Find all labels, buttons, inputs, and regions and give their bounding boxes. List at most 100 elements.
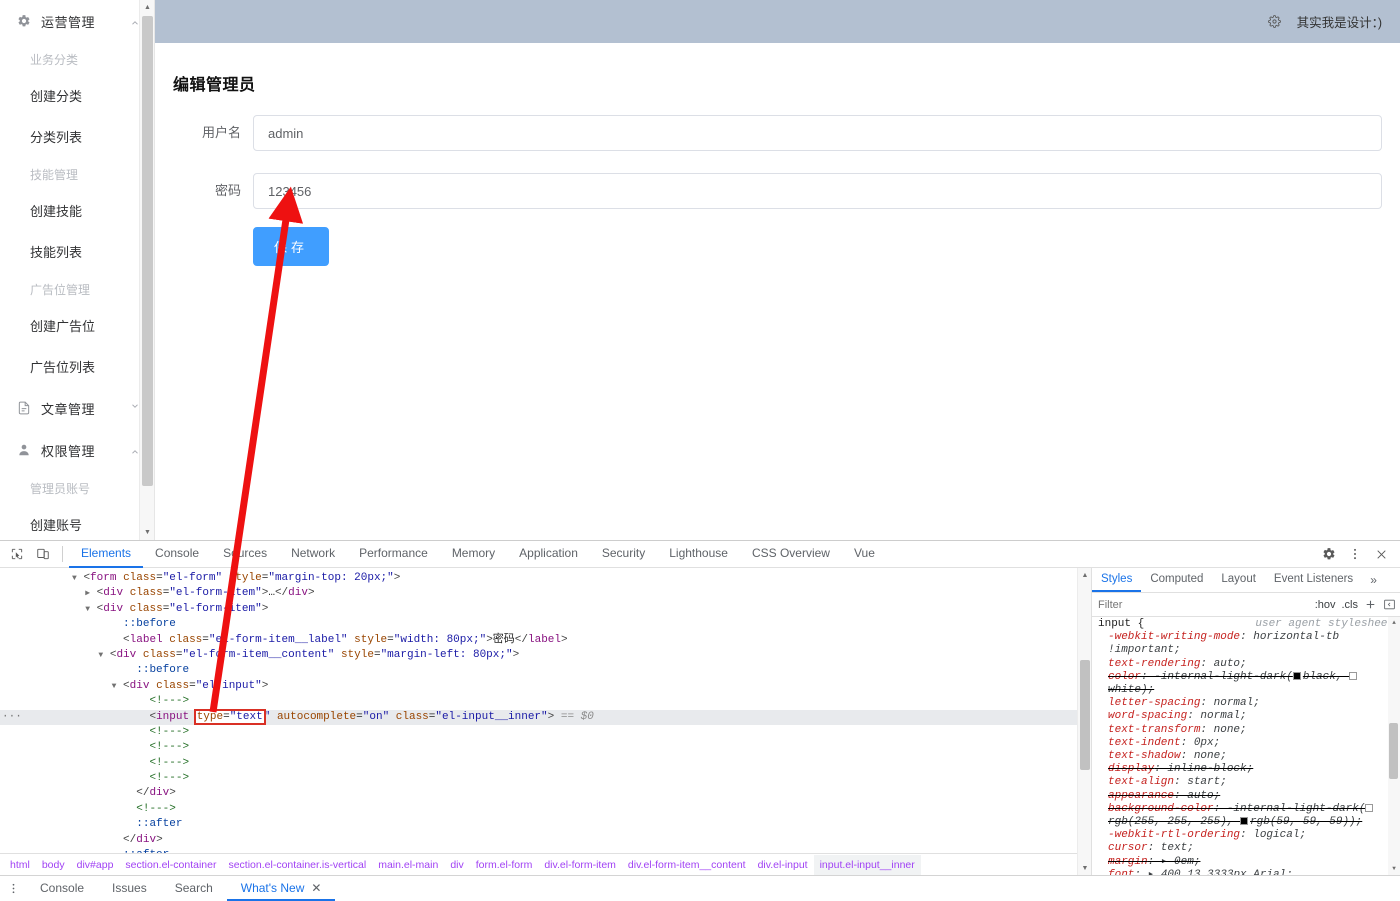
sidebar-item-3-2[interactable]: 创建账号 <box>0 504 154 540</box>
style-declaration[interactable]: text-shadow: none; <box>1092 750 1400 763</box>
style-value[interactable]: : auto; <box>1200 658 1246 670</box>
expand-triangle-icon[interactable]: ▼ <box>72 574 77 583</box>
dom-node[interactable]: ▼ </div> <box>0 786 1091 801</box>
style-value[interactable]: : text; <box>1148 842 1194 854</box>
expand-triangle-icon[interactable]: ▼ <box>85 605 90 614</box>
toggle-sidebar-icon[interactable] <box>1383 598 1396 611</box>
sidebar-group-1[interactable]: 运营管理 <box>0 0 154 42</box>
overflow-chevron-icon[interactable]: » <box>1362 568 1385 592</box>
style-property[interactable]: text-indent <box>1108 737 1181 749</box>
plus-icon[interactable] <box>1364 598 1377 611</box>
breadcrumb-item[interactable]: section.el-container <box>119 855 222 875</box>
style-value[interactable]: : none; <box>1181 750 1227 762</box>
header-user-area[interactable]: 其实我是设计：) <box>1267 12 1382 31</box>
style-declaration[interactable]: background-color: -internal-light-dark(r… <box>1092 803 1400 829</box>
devtools-tab-application[interactable]: Application <box>507 541 590 568</box>
gear-icon[interactable] <box>1267 15 1281 28</box>
style-value[interactable]: : ▸ 400 13.3333px Arial; <box>1134 869 1292 875</box>
style-property[interactable]: letter-spacing <box>1108 697 1200 709</box>
devtools-tab-memory[interactable]: Memory <box>440 541 507 568</box>
style-property[interactable]: text-align <box>1108 776 1174 788</box>
breadcrumb-item[interactable]: form.el-form <box>470 855 539 875</box>
breadcrumb-item[interactable]: div.el-input <box>752 855 814 875</box>
dom-scroll-up-icon[interactable]: ▲ <box>1078 568 1092 582</box>
style-value[interactable]: : normal; <box>1200 697 1259 709</box>
breadcrumb-item[interactable]: main.el-main <box>372 855 444 875</box>
style-declaration[interactable]: text-indent: 0px; <box>1092 737 1400 750</box>
sidebar-item-1-2[interactable]: 创建分类 <box>0 75 154 116</box>
style-property[interactable]: -webkit-writing-mode <box>1108 631 1240 643</box>
style-property[interactable]: color <box>1108 671 1141 683</box>
sidebar-group-3[interactable]: 权限管理 <box>0 429 154 471</box>
style-declaration[interactable]: text-rendering: auto; <box>1092 658 1400 671</box>
style-property[interactable]: font <box>1108 869 1134 875</box>
style-value[interactable]: : none; <box>1200 724 1246 736</box>
style-declaration[interactable]: -webkit-rtl-ordering: logical; <box>1092 829 1400 842</box>
devtools-tab-vue[interactable]: Vue <box>842 541 887 568</box>
dom-node[interactable]: ▼ <!---> <box>0 771 1091 786</box>
drawer-tab-console[interactable]: Console <box>26 876 98 901</box>
dom-node[interactable]: ▼ <!---> <box>0 725 1091 740</box>
cls-button[interactable]: .cls <box>1342 599 1359 611</box>
dom-node[interactable]: ▼ ::before <box>0 663 1091 678</box>
devtools-tab-security[interactable]: Security <box>590 541 657 568</box>
styles-tab-event-listeners[interactable]: Event Listeners <box>1265 568 1362 592</box>
style-declaration[interactable]: font: ▸ 400 13.3333px Arial; <box>1092 869 1400 875</box>
dom-tree[interactable]: ▼ <form class="el-form" style="margin-to… <box>0 568 1091 853</box>
breadcrumb-item[interactable]: input.el-input__inner <box>813 854 921 875</box>
hov-button[interactable]: :hov <box>1315 599 1336 611</box>
style-declaration[interactable]: word-spacing: normal; <box>1092 710 1400 723</box>
style-property[interactable]: background-color <box>1108 803 1214 815</box>
style-value[interactable]: : -internal-light-dark(black, white); <box>1108 671 1359 696</box>
dom-tree-scrollbar[interactable]: ▲ ▼ <box>1077 568 1091 875</box>
sidebar-item-1-5[interactable]: 创建技能 <box>0 190 154 231</box>
device-toolbar-icon[interactable] <box>30 542 56 566</box>
style-value[interactable]: : start; <box>1174 776 1227 788</box>
breadcrumb-item[interactable]: section.el-container.is-vertical <box>222 855 372 875</box>
style-declaration[interactable]: color: -internal-light-dark(black, white… <box>1092 671 1400 697</box>
breadcrumb-item[interactable]: body <box>36 855 71 875</box>
dom-node[interactable]: ▼ <div class="el-form-item__content" sty… <box>0 648 1091 663</box>
color-swatch[interactable] <box>1292 671 1301 680</box>
devtools-tab-css-overview[interactable]: CSS Overview <box>740 541 842 568</box>
username-input[interactable] <box>253 115 1382 151</box>
style-property[interactable]: word-spacing <box>1108 710 1187 722</box>
kebab-menu-icon[interactable] <box>0 876 26 901</box>
style-value[interactable]: : 0px; <box>1181 737 1221 749</box>
style-declaration[interactable]: cursor: text; <box>1092 842 1400 855</box>
styles-filter-input[interactable] <box>1096 595 1309 614</box>
save-button[interactable]: 保存 <box>253 227 330 266</box>
style-property[interactable]: margin <box>1108 856 1148 868</box>
styles-tab-styles[interactable]: Styles <box>1092 568 1142 592</box>
styles-rule-selector[interactable]: input { <box>1098 618 1144 631</box>
breadcrumb-item[interactable]: html <box>4 855 36 875</box>
devtools-tab-elements[interactable]: Elements <box>69 541 144 568</box>
dom-node[interactable]: ▼ </div> <box>0 833 1091 848</box>
style-declaration[interactable]: letter-spacing: normal; <box>1092 697 1400 710</box>
breadcrumb-item[interactable]: div#app <box>71 855 120 875</box>
styles-scroll-up-icon[interactable]: ▲ <box>1388 617 1400 629</box>
devtools-tab-network[interactable]: Network <box>279 541 347 568</box>
dom-node-selected[interactable]: ··· ▼ <input type="text" autocomplete="o… <box>0 708 1091 725</box>
collapse-triangle-icon[interactable]: ▶ <box>85 589 90 598</box>
sidebar-scroll-down-icon[interactable]: ▼ <box>140 525 154 540</box>
sidebar-item-1-6[interactable]: 技能列表 <box>0 231 154 272</box>
dom-scroll-down-icon[interactable]: ▼ <box>1078 861 1092 875</box>
devtools-tab-console[interactable]: Console <box>143 541 211 568</box>
devtools-tab-sources[interactable]: Sources <box>211 541 279 568</box>
expand-triangle-icon[interactable]: ▼ <box>98 651 103 660</box>
color-swatch[interactable] <box>1365 803 1374 812</box>
sidebar-scroll-up-icon[interactable]: ▲ <box>140 0 154 15</box>
style-property[interactable]: text-transform <box>1108 724 1200 736</box>
close-icon[interactable]: ✕ <box>311 881 321 895</box>
sidebar-item-1-8[interactable]: 创建广告位 <box>0 305 154 346</box>
gear-icon[interactable] <box>1316 542 1342 566</box>
close-icon[interactable] <box>1368 542 1394 566</box>
styles-tab-layout[interactable]: Layout <box>1212 568 1265 592</box>
sidebar-item-1-3[interactable]: 分类列表 <box>0 116 154 157</box>
style-value[interactable]: : auto; <box>1174 790 1220 802</box>
dom-scroll-thumb[interactable] <box>1080 660 1090 770</box>
style-declaration[interactable]: text-transform: none; <box>1092 724 1400 737</box>
style-value[interactable]: : inline-block; <box>1154 763 1253 775</box>
devtools-tab-lighthouse[interactable]: Lighthouse <box>657 541 740 568</box>
